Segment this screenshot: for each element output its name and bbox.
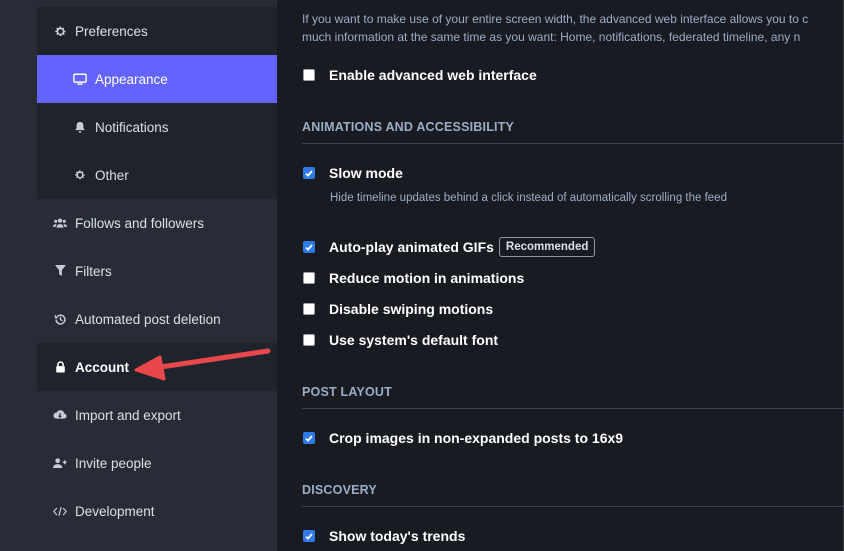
reduce-motion-checkbox[interactable] [303, 272, 315, 284]
crop-images-checkbox[interactable] [303, 432, 315, 444]
sidebar-item-label: Preferences [75, 23, 148, 39]
slow-mode-checkbox[interactable] [303, 167, 315, 179]
option-label: Enable advanced web interface [329, 67, 537, 83]
sidebar-item-other[interactable]: Other [37, 151, 277, 199]
code-icon [53, 504, 67, 518]
desktop-icon [73, 72, 87, 86]
sidebar-item-invite[interactable]: Invite people [37, 439, 277, 487]
checkmark-icon [305, 434, 313, 442]
sidebar-item-label: Automated post deletion [75, 311, 221, 327]
disable-swipe-option[interactable]: Disable swiping motions [303, 301, 493, 317]
slow-mode-option[interactable]: Slow mode [303, 165, 403, 181]
animations-section-title: ANIMATIONS AND ACCESSIBILITY [302, 120, 515, 134]
advanced-interface-checkbox[interactable] [303, 69, 315, 81]
users-icon [53, 216, 67, 230]
option-label: Show today's trends [329, 528, 466, 544]
sidebar-item-automated-deletion[interactable]: Automated post deletion [37, 295, 277, 343]
sidebar-item-label: Development [75, 503, 155, 519]
reduce-motion-option[interactable]: Reduce motion in animations [303, 270, 524, 286]
sidebar-item-follows[interactable]: Follows and followers [37, 199, 277, 247]
sidebar-item-preferences[interactable]: Preferences [37, 7, 277, 55]
checkmark-icon [305, 169, 313, 177]
slow-mode-hint: Hide timeline updates behind a click ins… [330, 192, 727, 204]
autoplay-gifs-checkbox[interactable] [303, 241, 315, 253]
checkmark-icon [305, 243, 313, 251]
option-label: Auto-play animated GIFs [329, 239, 494, 255]
sidebar-item-filters[interactable]: Filters [37, 247, 277, 295]
sidebar-item-label: Filters [75, 263, 112, 279]
system-font-option[interactable]: Use system's default font [303, 332, 498, 348]
section-divider [302, 143, 843, 144]
crop-images-option[interactable]: Crop images in non-expanded posts to 16x… [303, 430, 623, 446]
sidebar-item-development[interactable]: Development [37, 487, 277, 535]
advanced-interface-description: If you want to make use of your entire s… [302, 10, 843, 46]
gear-icon [53, 24, 67, 38]
sidebar-item-label: Other [95, 167, 129, 183]
option-label: Crop images in non-expanded posts to 16x… [329, 430, 624, 446]
description-line: If you want to make use of your entire s… [302, 12, 809, 26]
recommended-badge: Recommended [498, 237, 596, 257]
show-trends-option[interactable]: Show today's trends [303, 528, 465, 544]
bell-icon [73, 120, 87, 134]
post-layout-section-title: POST LAYOUT [302, 385, 392, 399]
sidebar-item-label: Follows and followers [75, 215, 205, 231]
discovery-section-title: DISCOVERY [302, 483, 377, 497]
lock-icon [53, 360, 67, 374]
settings-sidebar: Preferences Appearance Notifications Oth… [0, 0, 277, 551]
cloud-download-icon [53, 408, 67, 422]
sidebar-item-label: Invite people [75, 455, 152, 471]
filter-icon [53, 264, 67, 278]
sidebar-item-label: Appearance [95, 71, 168, 87]
system-font-checkbox[interactable] [303, 334, 315, 346]
history-icon [53, 312, 67, 326]
sidebar-item-label: Notifications [95, 119, 169, 135]
option-label: Slow mode [329, 165, 403, 181]
sidebar-item-import-export[interactable]: Import and export [37, 391, 277, 439]
sidebar-item-account[interactable]: Account [37, 343, 277, 391]
disable-swipe-checkbox[interactable] [303, 303, 315, 315]
sidebar-item-label: Account [75, 359, 129, 375]
option-label: Reduce motion in animations [329, 270, 525, 286]
option-label: Disable swiping motions [329, 301, 494, 317]
checkmark-icon [305, 532, 313, 540]
autoplay-gifs-option[interactable]: Auto-play animated GIFs Recommended [303, 237, 596, 257]
sidebar-item-notifications[interactable]: Notifications [37, 103, 277, 151]
option-label: Use system's default font [329, 332, 499, 348]
user-plus-icon [53, 456, 67, 470]
advanced-interface-option[interactable]: Enable advanced web interface [303, 67, 537, 83]
description-line: much information at the same time as you… [302, 30, 801, 44]
section-divider [302, 408, 843, 409]
show-trends-checkbox[interactable] [303, 530, 315, 542]
sidebar-item-appearance[interactable]: Appearance [37, 55, 277, 103]
sidebar-item-label: Import and export [75, 407, 181, 423]
section-divider [302, 506, 843, 507]
appearance-settings-panel: If you want to make use of your entire s… [277, 0, 843, 551]
gear-icon [73, 168, 87, 182]
